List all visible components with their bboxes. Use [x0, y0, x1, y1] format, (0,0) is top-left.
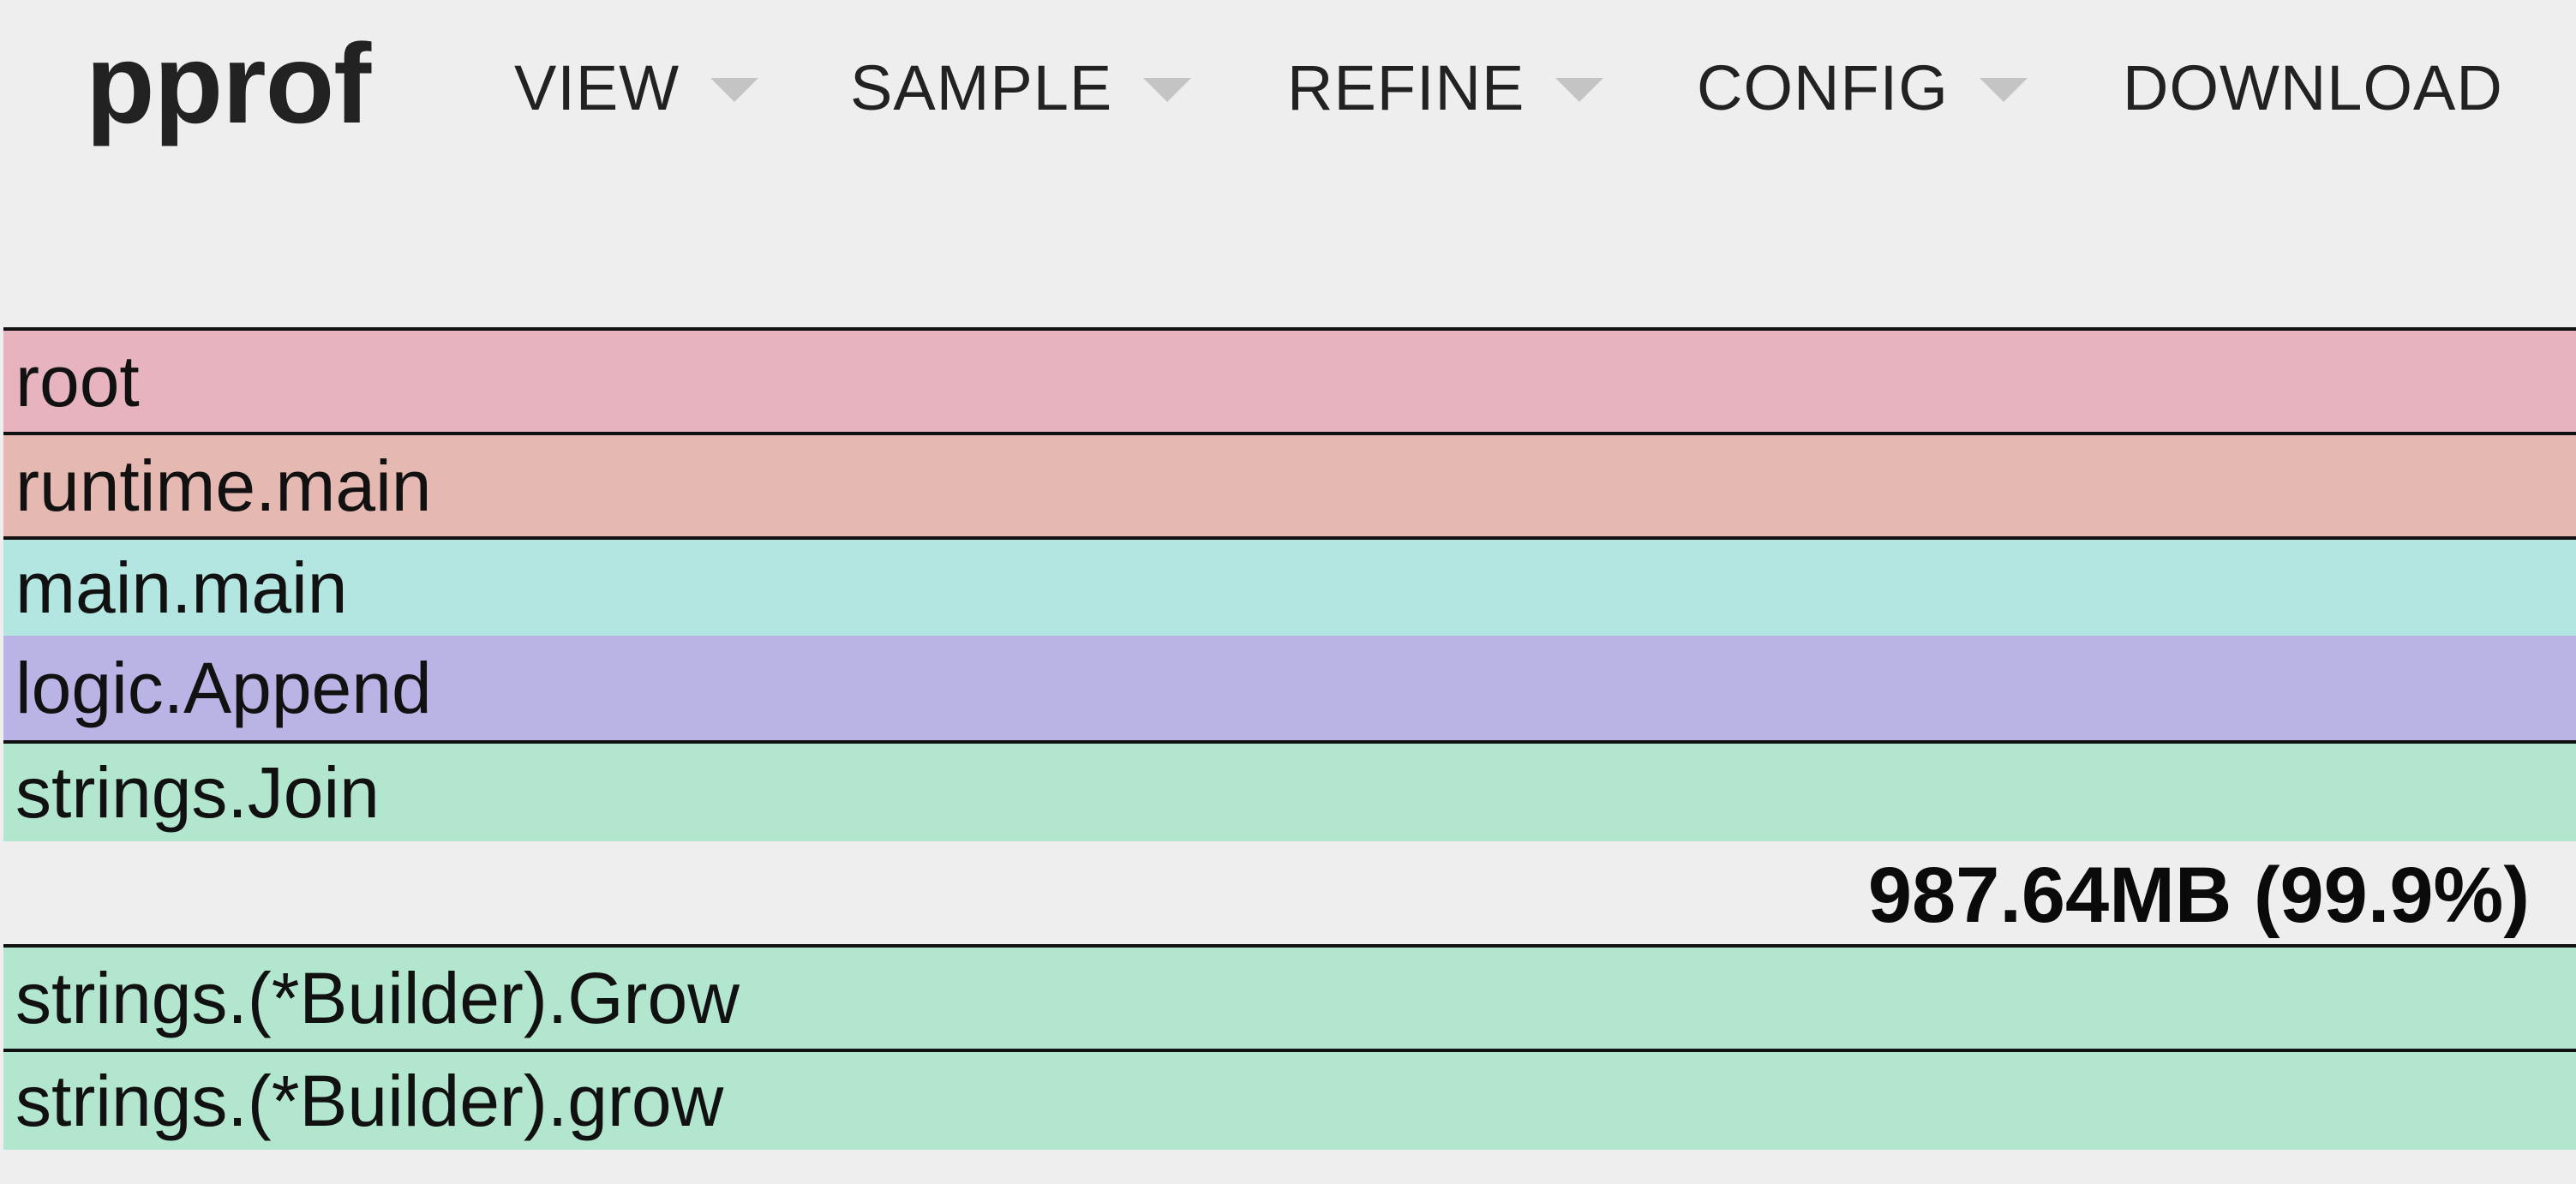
sample-menu-label: SAMPLE — [850, 52, 1113, 123]
chevron-down-icon — [1979, 78, 2028, 102]
download-menu[interactable]: DOWNLOAD — [2123, 50, 2503, 127]
config-menu[interactable]: CONFIG — [1697, 50, 2028, 127]
flame-frame-root[interactable]: root — [3, 327, 2576, 432]
flame-frame-label: strings.Join — [15, 751, 380, 833]
flame-frame-label: strings.(*Builder).Grow — [15, 957, 740, 1038]
chevron-down-icon — [1555, 78, 1604, 102]
download-menu-label: DOWNLOAD — [2123, 52, 2503, 123]
flame-frame-strings-join[interactable]: strings.Join — [3, 740, 2576, 841]
flame-frame-main-main[interactable]: main.main — [3, 536, 2576, 636]
config-menu-label: CONFIG — [1697, 52, 1949, 123]
app-logo[interactable]: pprof — [86, 15, 371, 152]
flame-frame-label: logic.Append — [15, 647, 432, 728]
flame-frame-label: runtime.main — [15, 445, 432, 526]
refine-menu[interactable]: REFINE — [1287, 50, 1604, 127]
flame-frame-label: main.main — [15, 547, 348, 628]
flame-frame-runtime-main[interactable]: runtime.main — [3, 432, 2576, 536]
flame-frame-label: root — [15, 340, 140, 422]
flame-frame-builder-grow[interactable]: strings.(*Builder).grow — [3, 1049, 2576, 1150]
chevron-down-icon — [710, 78, 759, 102]
sample-menu[interactable]: SAMPLE — [850, 50, 1192, 127]
flame-frame-label: strings.(*Builder).grow — [15, 1060, 724, 1141]
view-menu-label: VIEW — [514, 52, 680, 123]
chevron-down-icon — [1143, 78, 1192, 102]
view-menu[interactable]: VIEW — [514, 50, 759, 127]
app-header: pprof VIEW SAMPLE REFINE CONFIG DOWNLOAD — [0, 0, 2576, 171]
flame-frame-builder-grow-exported[interactable]: strings.(*Builder).Grow — [3, 944, 2576, 1049]
flame-frame-logic-append[interactable]: logic.Append — [3, 636, 2576, 740]
refine-menu-label: REFINE — [1287, 52, 1525, 123]
selected-frame-stat: 987.64MB (99.9%) — [1867, 852, 2530, 939]
